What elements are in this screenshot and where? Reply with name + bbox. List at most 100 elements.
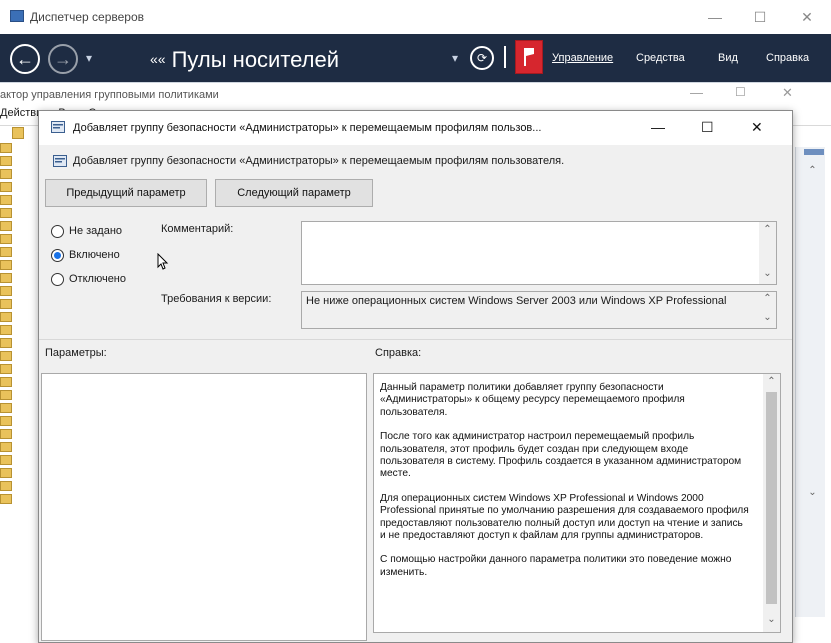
- scroll-down-icon[interactable]: ⌄: [759, 312, 776, 323]
- mouse-cursor-icon: [157, 253, 169, 270]
- menu-tools[interactable]: Средства: [636, 52, 685, 64]
- folder-icon[interactable]: [0, 403, 12, 413]
- folder-icon[interactable]: [0, 390, 12, 400]
- folder-icon[interactable]: [0, 468, 12, 478]
- notification-flag-button[interactable]: [515, 40, 543, 74]
- previous-setting-button[interactable]: Предыдущий параметр: [45, 179, 207, 207]
- folder-icon[interactable]: [0, 143, 12, 153]
- folder-icon[interactable]: [0, 416, 12, 426]
- breadcrumb-arrows: ««: [150, 51, 166, 67]
- help-paragraph: С помощью настройки данного параметра по…: [380, 554, 732, 578]
- breadcrumb-dropdown-icon[interactable]: ▾: [452, 51, 458, 65]
- folder-icon[interactable]: [0, 377, 12, 387]
- next-setting-button[interactable]: Следующий параметр: [215, 179, 373, 207]
- menu-manage[interactable]: Управление: [552, 52, 613, 64]
- refresh-icon[interactable]: ⟳: [470, 46, 494, 70]
- folder-icon[interactable]: [0, 442, 12, 452]
- folder-icon[interactable]: [0, 338, 12, 348]
- maximize-button[interactable]: ☐: [745, 8, 775, 26]
- comment-scrollbar[interactable]: ⌃ ⌄: [759, 222, 776, 284]
- folder-icon[interactable]: [0, 429, 12, 439]
- back-icon[interactable]: ←: [10, 44, 40, 74]
- minimize-button[interactable]: —: [700, 8, 730, 26]
- gpo-close-button[interactable]: ✕: [782, 85, 793, 101]
- policy-header: Добавляет группу безопасности «Администр…: [73, 155, 565, 167]
- menu-view[interactable]: Вид: [718, 52, 738, 64]
- folder-icon[interactable]: [0, 208, 12, 218]
- folder-icon[interactable]: [0, 455, 12, 465]
- folder-icon[interactable]: [0, 299, 12, 309]
- gpo-maximize-button[interactable]: ☐: [735, 85, 746, 99]
- help-scrollbar[interactable]: ⌃ ⌄: [763, 374, 780, 632]
- radio-not-configured[interactable]: [51, 225, 64, 238]
- server-manager-toolbar: ← → ▾ «« Пулы носителей ▾ ⟳ Управление Ср…: [0, 34, 831, 82]
- scroll-down-icon[interactable]: ⌄: [763, 614, 780, 625]
- folder-icon[interactable]: [0, 169, 12, 179]
- help-panel[interactable]: Данный параметр политики добавляет групп…: [373, 373, 781, 633]
- close-button[interactable]: ✕: [792, 8, 822, 26]
- help-scroll-thumb[interactable]: [766, 392, 777, 604]
- radio-enabled[interactable]: [51, 249, 64, 262]
- radio-not-configured-label[interactable]: Не задано: [69, 225, 122, 237]
- gpo-tree-strip: [0, 143, 12, 613]
- dialog-maximize-button[interactable]: ☐: [701, 119, 714, 136]
- menu-help[interactable]: Справка: [766, 52, 809, 64]
- radio-disabled-label[interactable]: Отключено: [69, 273, 126, 285]
- folder-icon[interactable]: [0, 195, 12, 205]
- version-scrollbar[interactable]: ⌃ ⌄: [759, 292, 776, 328]
- scroll-up-icon[interactable]: ⌃: [759, 224, 776, 235]
- gpo-scroll-down-icon[interactable]: ⌄: [804, 487, 821, 498]
- help-paragraph: После того как администратор настроил пе…: [380, 431, 742, 480]
- server-manager-title: Диспетчер серверов: [30, 10, 145, 24]
- folder-icon: [12, 127, 24, 139]
- history-dropdown-icon[interactable]: ▾: [86, 51, 92, 65]
- breadcrumb-current: Пулы носителей: [171, 47, 340, 72]
- gpo-selection-stripe: [804, 149, 824, 155]
- folder-icon[interactable]: [0, 481, 12, 491]
- version-value: Не ниже операционных систем Windows Serv…: [306, 295, 727, 307]
- options-label: Параметры:: [45, 347, 107, 359]
- gpo-editor-title: актор управления групповыми политиками: [0, 89, 219, 101]
- folder-icon[interactable]: [0, 364, 12, 374]
- folder-icon[interactable]: [0, 286, 12, 296]
- forward-icon[interactable]: →: [48, 44, 78, 74]
- folder-icon[interactable]: [0, 182, 12, 192]
- radio-enabled-label[interactable]: Включено: [69, 249, 120, 261]
- gpo-right-scrollbar[interactable]: ⌃ ⌄: [795, 147, 825, 617]
- radio-disabled[interactable]: [51, 273, 64, 286]
- folder-icon[interactable]: [0, 234, 12, 244]
- folder-icon[interactable]: [0, 351, 12, 361]
- dialog-close-button[interactable]: ✕: [751, 119, 763, 136]
- folder-icon[interactable]: [0, 260, 12, 270]
- breadcrumb: «« Пулы носителей: [150, 47, 339, 73]
- policy-dialog: Добавляет группу безопасности «Администр…: [38, 110, 793, 643]
- server-manager-titlebar: Диспетчер серверов — ☐ ✕: [0, 0, 831, 34]
- policy-icon: [51, 121, 65, 133]
- folder-icon[interactable]: [0, 247, 12, 257]
- gpo-minimize-button[interactable]: —: [690, 85, 703, 100]
- folder-icon[interactable]: [0, 325, 12, 335]
- folder-icon[interactable]: [0, 156, 12, 166]
- scroll-up-icon[interactable]: ⌃: [763, 376, 780, 387]
- toolbar-divider: [504, 46, 506, 68]
- comment-label: Комментарий:: [161, 223, 234, 235]
- dialog-minimize-button[interactable]: —: [651, 119, 665, 135]
- folder-icon[interactable]: [0, 312, 12, 322]
- options-panel[interactable]: [41, 373, 367, 641]
- dialog-title: Добавляет группу безопасности «Администр…: [73, 122, 542, 134]
- policy-icon: [53, 155, 67, 167]
- comment-textarea[interactable]: ⌃ ⌄: [301, 221, 777, 285]
- help-paragraph: Для операционных систем Windows XP Profe…: [380, 492, 749, 542]
- folder-icon[interactable]: [0, 273, 12, 283]
- version-label: Требования к версии:: [161, 293, 272, 305]
- scroll-up-icon[interactable]: ⌃: [759, 293, 776, 304]
- version-field: Не ниже операционных систем Windows Serv…: [301, 291, 777, 329]
- gpo-scroll-up-icon[interactable]: ⌃: [804, 165, 821, 176]
- folder-icon[interactable]: [0, 494, 12, 504]
- notification-flag-icon: [524, 48, 534, 66]
- server-manager-icon: [10, 10, 24, 22]
- scroll-down-icon[interactable]: ⌄: [759, 268, 776, 279]
- dialog-titlebar: Добавляет группу безопасности «Администр…: [39, 111, 792, 145]
- folder-icon[interactable]: [0, 221, 12, 231]
- section-divider: [39, 339, 792, 340]
